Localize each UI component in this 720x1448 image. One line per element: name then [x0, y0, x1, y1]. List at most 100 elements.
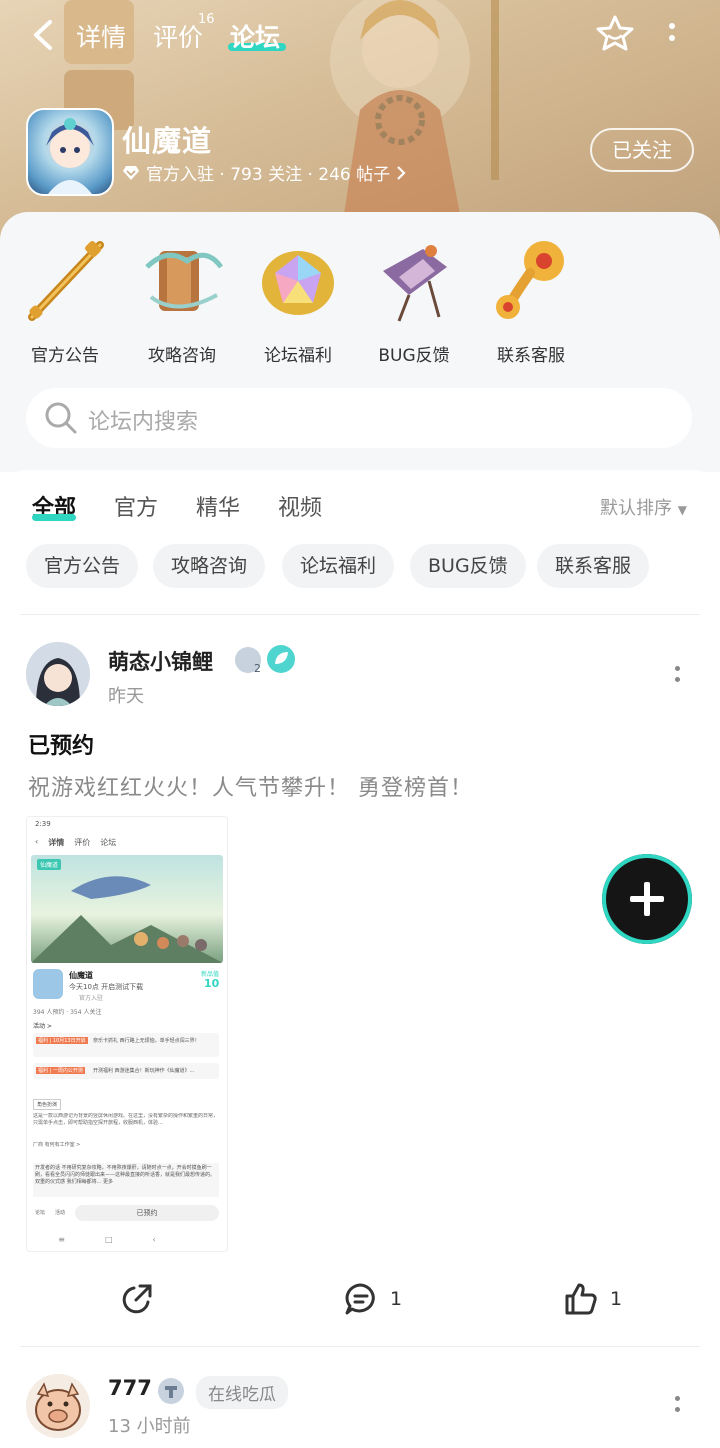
- rainbow-gem-icon: [262, 251, 334, 315]
- chip-official-notice[interactable]: 官方公告: [26, 544, 139, 588]
- category-bug-report[interactable]: BUG反馈: [359, 237, 469, 366]
- shot-game-icon: [33, 969, 63, 999]
- comment-button[interactable]: 1: [344, 1282, 402, 1316]
- shot-news-text: 开测福利 西游迷集合！新玩神作《仙魔道》...: [93, 1068, 195, 1074]
- golden-staff-icon: [28, 241, 104, 321]
- shot-activity: 活动 >: [33, 1023, 52, 1030]
- post-author-name[interactable]: 777: [108, 1376, 152, 1400]
- scroll-icon: [145, 251, 224, 311]
- post-time: 昨天: [108, 686, 144, 707]
- game-meta-row[interactable]: 官方入驻 · 793 关注 · 246 帖子: [122, 160, 406, 185]
- tab-reviews[interactable]: 评价: [153, 18, 203, 54]
- comment-icon: [345, 1283, 375, 1315]
- shot-tab: 评价: [74, 838, 91, 847]
- shot-system-nav: ≡□‹: [58, 1235, 196, 1244]
- shot-game-sub: 官方入驻: [79, 995, 104, 1002]
- level-badge-number: 2: [254, 662, 261, 675]
- like-button[interactable]: 1: [564, 1282, 622, 1316]
- shot-bottom-left: 论坛: [35, 1210, 46, 1216]
- follow-button[interactable]: 已关注: [590, 128, 694, 172]
- shot-bottom-mid: 活动: [55, 1210, 66, 1216]
- shot-banner: 仙魔道: [31, 855, 223, 963]
- game-app-icon: [26, 108, 114, 196]
- comment-count: 1: [390, 1288, 403, 1310]
- leaf-badge-icon: [267, 645, 295, 673]
- post-more-icon[interactable]: [671, 1394, 683, 1416]
- shot-game-line: 今天10点 开启测试下载: [69, 983, 144, 991]
- shot-news-tag: 福利 | 一周内公开测: [36, 1067, 85, 1074]
- post-body[interactable]: 祝游戏红红火火！人气节攀升！ 勇登榜首！: [28, 770, 473, 802]
- shot-score: 10: [204, 977, 220, 990]
- shot-news-tag: 福利 | 10月13日开启: [36, 1037, 88, 1044]
- game-title: 仙魔道: [122, 124, 213, 158]
- category-welfare[interactable]: 论坛福利: [243, 237, 353, 366]
- sort-label: 默认排序: [600, 498, 672, 519]
- category-official-notice[interactable]: 官方公告: [10, 237, 120, 366]
- shot-tab: 详情: [48, 838, 65, 847]
- post-author-name[interactable]: 萌态小锦鲤: [108, 646, 213, 676]
- chip-customer-service[interactable]: 联系客服: [537, 544, 650, 588]
- game-meta-text: 官方入驻 · 793 关注 · 246 帖子: [146, 165, 391, 185]
- shot-dev: 厂商 有何有工作室 >: [33, 1142, 81, 1148]
- filter-tab-indicator: [32, 514, 76, 521]
- user-tag: 在线吃瓜: [196, 1376, 288, 1409]
- share-button[interactable]: [120, 1282, 154, 1316]
- kite-icon: [383, 245, 447, 322]
- filter-tab-video[interactable]: 视频: [278, 490, 322, 522]
- category-label: BUG反馈: [378, 346, 450, 366]
- top-nav-bar: 详情 评价 16 论坛: [0, 0, 720, 72]
- chevron-right-icon: [397, 165, 406, 180]
- category-label: 联系客服: [497, 346, 565, 366]
- chip-strategy[interactable]: 攻略咨询: [153, 544, 266, 588]
- like-count: 1: [610, 1288, 623, 1310]
- shot-tab: 论坛: [100, 838, 117, 847]
- category-label: 论坛福利: [264, 346, 332, 366]
- filter-tab-featured[interactable]: 精华: [196, 490, 240, 522]
- create-post-button[interactable]: [602, 854, 692, 944]
- chip-welfare[interactable]: 论坛福利: [282, 544, 395, 588]
- search-placeholder: 论坛内搜索: [88, 410, 199, 435]
- tab-details[interactable]: 详情: [76, 18, 126, 54]
- forum-categories-panel: 官方公告 攻略咨询 论坛福利 BUG反馈 联系客服 论坛内搜索: [0, 212, 720, 472]
- shot-banner-art: [31, 876, 223, 963]
- shot-tabs: ‹ 详情 评价 论坛: [35, 837, 116, 848]
- shot-news-row: 福利 | 10月13日开启 奈乐卡抓礼 西行路上无烦恼，单手轻点闯三界！: [33, 1033, 219, 1057]
- divider: [20, 614, 700, 615]
- shot-reserve-button: 已预约: [75, 1205, 219, 1221]
- more-menu-icon[interactable]: [662, 20, 682, 50]
- verified-diamond-icon: [123, 165, 139, 180]
- post-more-icon[interactable]: [671, 664, 683, 686]
- level-badge-icon: [158, 1378, 184, 1404]
- filter-tab-official[interactable]: 官方: [114, 490, 158, 522]
- divider: [20, 1346, 700, 1347]
- shot-game-name: 仙魔道: [69, 971, 93, 980]
- forum-search-input[interactable]: 论坛内搜索: [26, 388, 692, 448]
- shot-news-row: 福利 | 一周内公开测 开测福利 西游迷集合！新玩神作《仙魔道》...: [33, 1063, 219, 1079]
- favorite-star-icon[interactable]: [596, 14, 634, 52]
- shot-stats: 394 人预约 · 354 人关注: [33, 1009, 102, 1016]
- post-title[interactable]: 已预约: [28, 728, 94, 760]
- shot-back-icon: ‹: [35, 837, 39, 846]
- category-label: 攻略咨询: [148, 346, 216, 366]
- reviews-count-badge: 16: [198, 12, 215, 27]
- level-badge-icon: 2: [235, 647, 261, 675]
- post-image-screenshot[interactable]: 2:39 ‹ 详情 评价 论坛 仙魔道 仙魔道 今天10点 开启测试下载 官方入…: [26, 816, 228, 1252]
- post-author-avatar[interactable]: [26, 1374, 90, 1438]
- sort-dropdown[interactable]: 默认排序 ▼: [600, 494, 687, 520]
- post-author-avatar[interactable]: [26, 642, 90, 706]
- search-icon: [45, 402, 77, 434]
- shot-status-time: 2:39: [35, 820, 51, 828]
- tab-forum[interactable]: 论坛: [230, 18, 280, 54]
- thumbs-up-icon: [565, 1283, 597, 1315]
- chip-bug-report[interactable]: BUG反馈: [410, 544, 526, 588]
- shot-banner-tag: 仙魔道: [37, 859, 62, 870]
- shot-section-tag: 角色扮演: [33, 1099, 62, 1110]
- shot-editor-note: 开发者的话 不用研究复杂攻略，不用熬夜爆肝，请随时点一点，开会时摸鱼刷一刷，看看…: [33, 1163, 219, 1197]
- forum-content: 全部 官方 精华 视频 默认排序 ▼ 官方公告 攻略咨询 论坛福利 BUG反馈 …: [0, 470, 720, 1448]
- back-arrow-icon[interactable]: [30, 18, 58, 52]
- shot-desc: 这是一款以西游记为背景的竖屏休闲游戏。在这里，没有繁杂的操作和繁重的日常，只需单…: [33, 1113, 219, 1126]
- category-strategy[interactable]: 攻略咨询: [127, 237, 237, 366]
- share-icon: [122, 1284, 152, 1314]
- category-customer-service[interactable]: 联系客服: [476, 237, 586, 366]
- shot-news-text: 奈乐卡抓礼 西行路上无烦恼，单手轻点闯三界！: [93, 1038, 200, 1044]
